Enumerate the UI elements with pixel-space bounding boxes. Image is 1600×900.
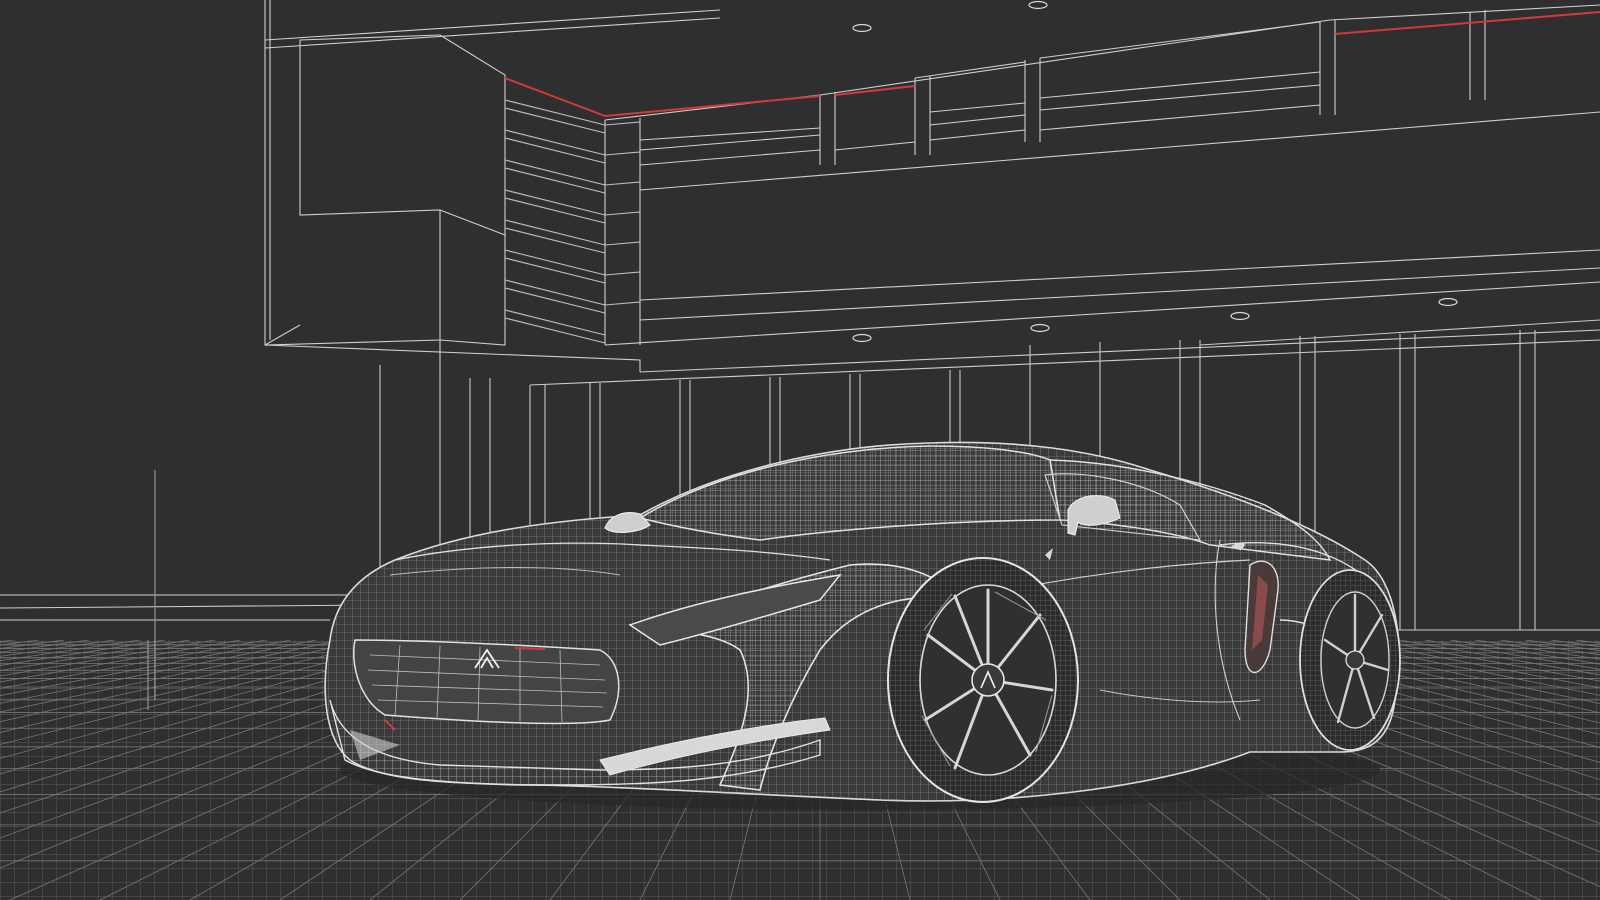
front-wheel [887, 557, 1079, 803]
rear-wheel [1299, 569, 1401, 751]
wireframe-scene [0, 0, 1600, 900]
